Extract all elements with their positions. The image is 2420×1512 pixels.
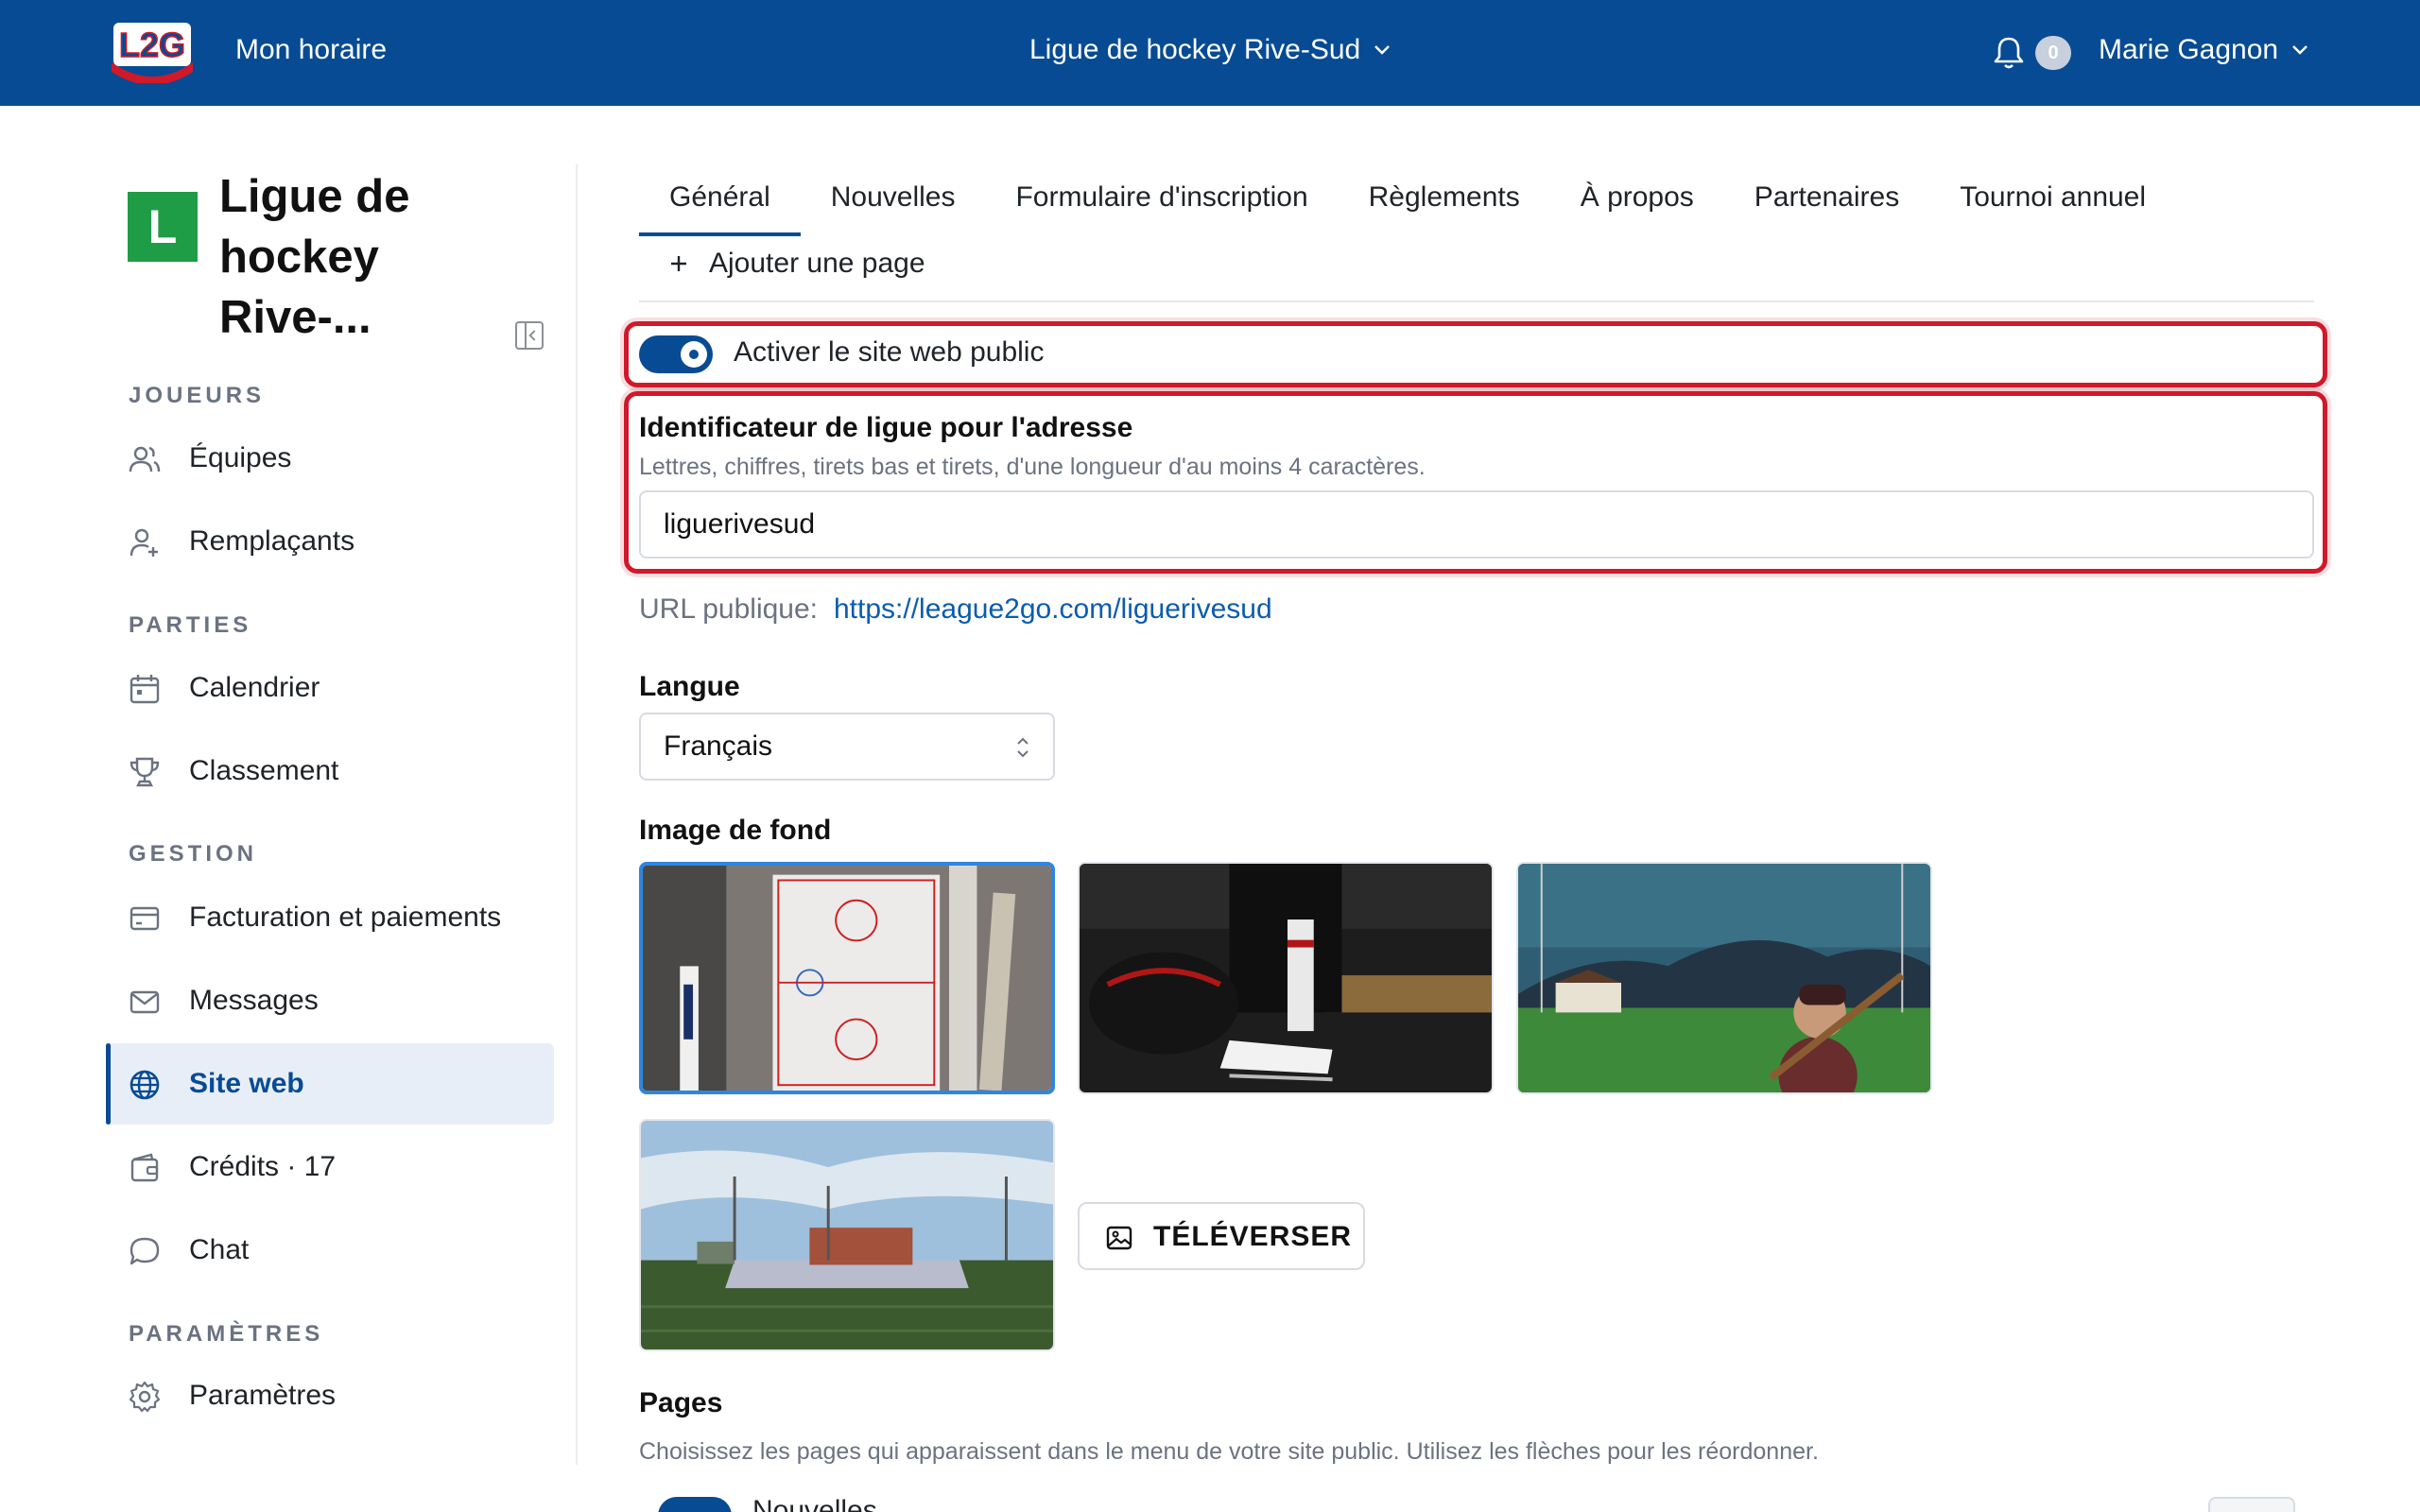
section-label-players: JOUEURS (129, 383, 266, 408)
section-label-games: PARTIES (129, 612, 252, 638)
league-switcher-label: Ligue de hockey Rive-Sud (1029, 34, 1361, 65)
upload-button[interactable]: TÉLÉVERSER (1078, 1202, 1365, 1270)
league2go-logo[interactable]: L2G (106, 17, 199, 85)
pages-help: Choisissez les pages qui apparaissent da… (639, 1438, 1819, 1465)
sidebar-item-calendar[interactable]: Calendrier (106, 647, 554, 729)
tab-registration-form[interactable]: Formulaire d'inscription (985, 176, 1338, 236)
background-option-rink-board[interactable] (639, 862, 1055, 1094)
identifier-title: Identificateur de ligue pour l'adresse (639, 412, 1133, 443)
identifier-help: Lettres, chiffres, tirets bas et tirets,… (639, 454, 1426, 480)
chevron-up-down-icon (1017, 737, 1028, 758)
sidebar-item-messages[interactable]: Messages (106, 960, 554, 1041)
mail-icon (130, 990, 160, 1014)
background-option-baseball-field[interactable] (1516, 862, 1932, 1094)
tab-news[interactable]: Nouvelles (801, 176, 986, 236)
sidebar-item-label: Site web (189, 1068, 304, 1099)
plus-icon (671, 256, 686, 271)
sidebar-item-standings[interactable]: Classement (106, 730, 554, 812)
sidebar-item-billing[interactable]: Facturation et paiements (106, 877, 554, 958)
background-option-locker-room[interactable] (1078, 862, 1494, 1094)
user-name: Marie Gagnon (2099, 34, 2279, 65)
section-label-management: GESTION (129, 841, 258, 867)
gear-icon (129, 1381, 161, 1413)
notification-count-badge[interactable]: 0 (2035, 36, 2071, 70)
website-page-tabs: Général Nouvelles Formulaire d'inscripti… (639, 176, 2176, 236)
language-selected-value: Français (664, 730, 773, 762)
tab-about[interactable]: À propos (1550, 176, 1724, 236)
public-site-toggle-label: Activer le site web public (734, 336, 1045, 368)
league-identifier-input[interactable]: liguerivesud (639, 490, 2314, 558)
sidebar-item-chat[interactable]: Chat (106, 1210, 554, 1291)
user-plus-icon (130, 528, 158, 557)
public-url-link[interactable]: https://league2go.com/liguerivesud (834, 593, 1272, 626)
my-schedule-link[interactable]: Mon horaire (235, 34, 387, 66)
language-select[interactable]: Français (639, 713, 1055, 781)
section-label-settings: PARAMÈTRES (129, 1321, 324, 1347)
page-item-label: Nouvelles (752, 1495, 877, 1512)
sidebar-item-label: Facturation et paiements (189, 902, 502, 933)
sidebar-item-credits[interactable]: Crédits · 17 (106, 1126, 554, 1208)
tab-rules[interactable]: Règlements (1339, 176, 1550, 236)
page-reorder-arrows[interactable] (2208, 1497, 2295, 1512)
sidebar-item-label: Remplaçants (189, 525, 355, 557)
sidebar-item-website[interactable]: Site web (106, 1043, 554, 1125)
image-upload-icon (1106, 1226, 1132, 1250)
public-site-toggle[interactable] (639, 335, 713, 373)
sidebar-item-label: Messages (189, 985, 319, 1016)
org-name: Ligue de hockey Rive-... (219, 171, 410, 343)
upload-button-label: TÉLÉVERSER (1153, 1221, 1353, 1252)
page-toggle-news[interactable] (658, 1497, 732, 1512)
trophy-icon (130, 757, 160, 787)
sidebar-item-label: Équipes (189, 442, 292, 473)
top-bar: L2G Mon horaire Ligue de hockey Rive-Sud… (0, 0, 2420, 106)
tab-general[interactable]: Général (639, 176, 801, 236)
svg-text:L2G: L2G (119, 26, 185, 64)
background-image-title: Image de fond (639, 815, 832, 846)
sidebar-item-label: Classement (189, 755, 339, 786)
sidebar-item-label: Paramètres (189, 1380, 337, 1411)
tabs-divider (639, 301, 2314, 302)
background-option-stadium[interactable] (639, 1119, 1055, 1351)
calendar-icon (130, 675, 160, 704)
tab-partners[interactable]: Partenaires (1724, 176, 1929, 236)
wallet-icon (130, 1153, 159, 1182)
sidebar-item-settings[interactable]: Paramètres (106, 1355, 554, 1436)
bell-icon[interactable] (1993, 36, 2025, 70)
tab-annual-tournament[interactable]: Tournoi annuel (1929, 176, 2176, 236)
chat-bubble-icon (130, 1237, 160, 1265)
users-icon (129, 446, 161, 472)
add-page-label: Ajouter une page (709, 248, 925, 279)
language-title: Langue (639, 671, 740, 702)
chevron-down-icon (2292, 45, 2308, 55)
sidebar-item-label: Chat (189, 1234, 250, 1265)
org-avatar: L (128, 192, 198, 262)
collapse-sidebar-icon[interactable] (515, 321, 544, 350)
globe-icon (130, 1070, 160, 1100)
chevron-down-icon (1374, 45, 1391, 55)
sidebar-item-label: Calendrier (189, 672, 320, 703)
sidebar-item-label: Crédits · 17 (189, 1151, 337, 1182)
add-page-button[interactable]: Ajouter une page (669, 248, 925, 280)
credit-card-icon (130, 906, 160, 931)
sidebar-divider (576, 164, 578, 1465)
user-menu[interactable]: Marie Gagnon (2099, 34, 2308, 66)
pages-title: Pages (639, 1387, 723, 1418)
sidebar-item-substitutes[interactable]: Remplaçants (106, 501, 554, 582)
public-url-label: URL publique: (639, 593, 819, 625)
sidebar-item-teams[interactable]: Équipes (106, 418, 554, 499)
league-switcher[interactable]: Ligue de hockey Rive-Sud (1029, 34, 1391, 66)
